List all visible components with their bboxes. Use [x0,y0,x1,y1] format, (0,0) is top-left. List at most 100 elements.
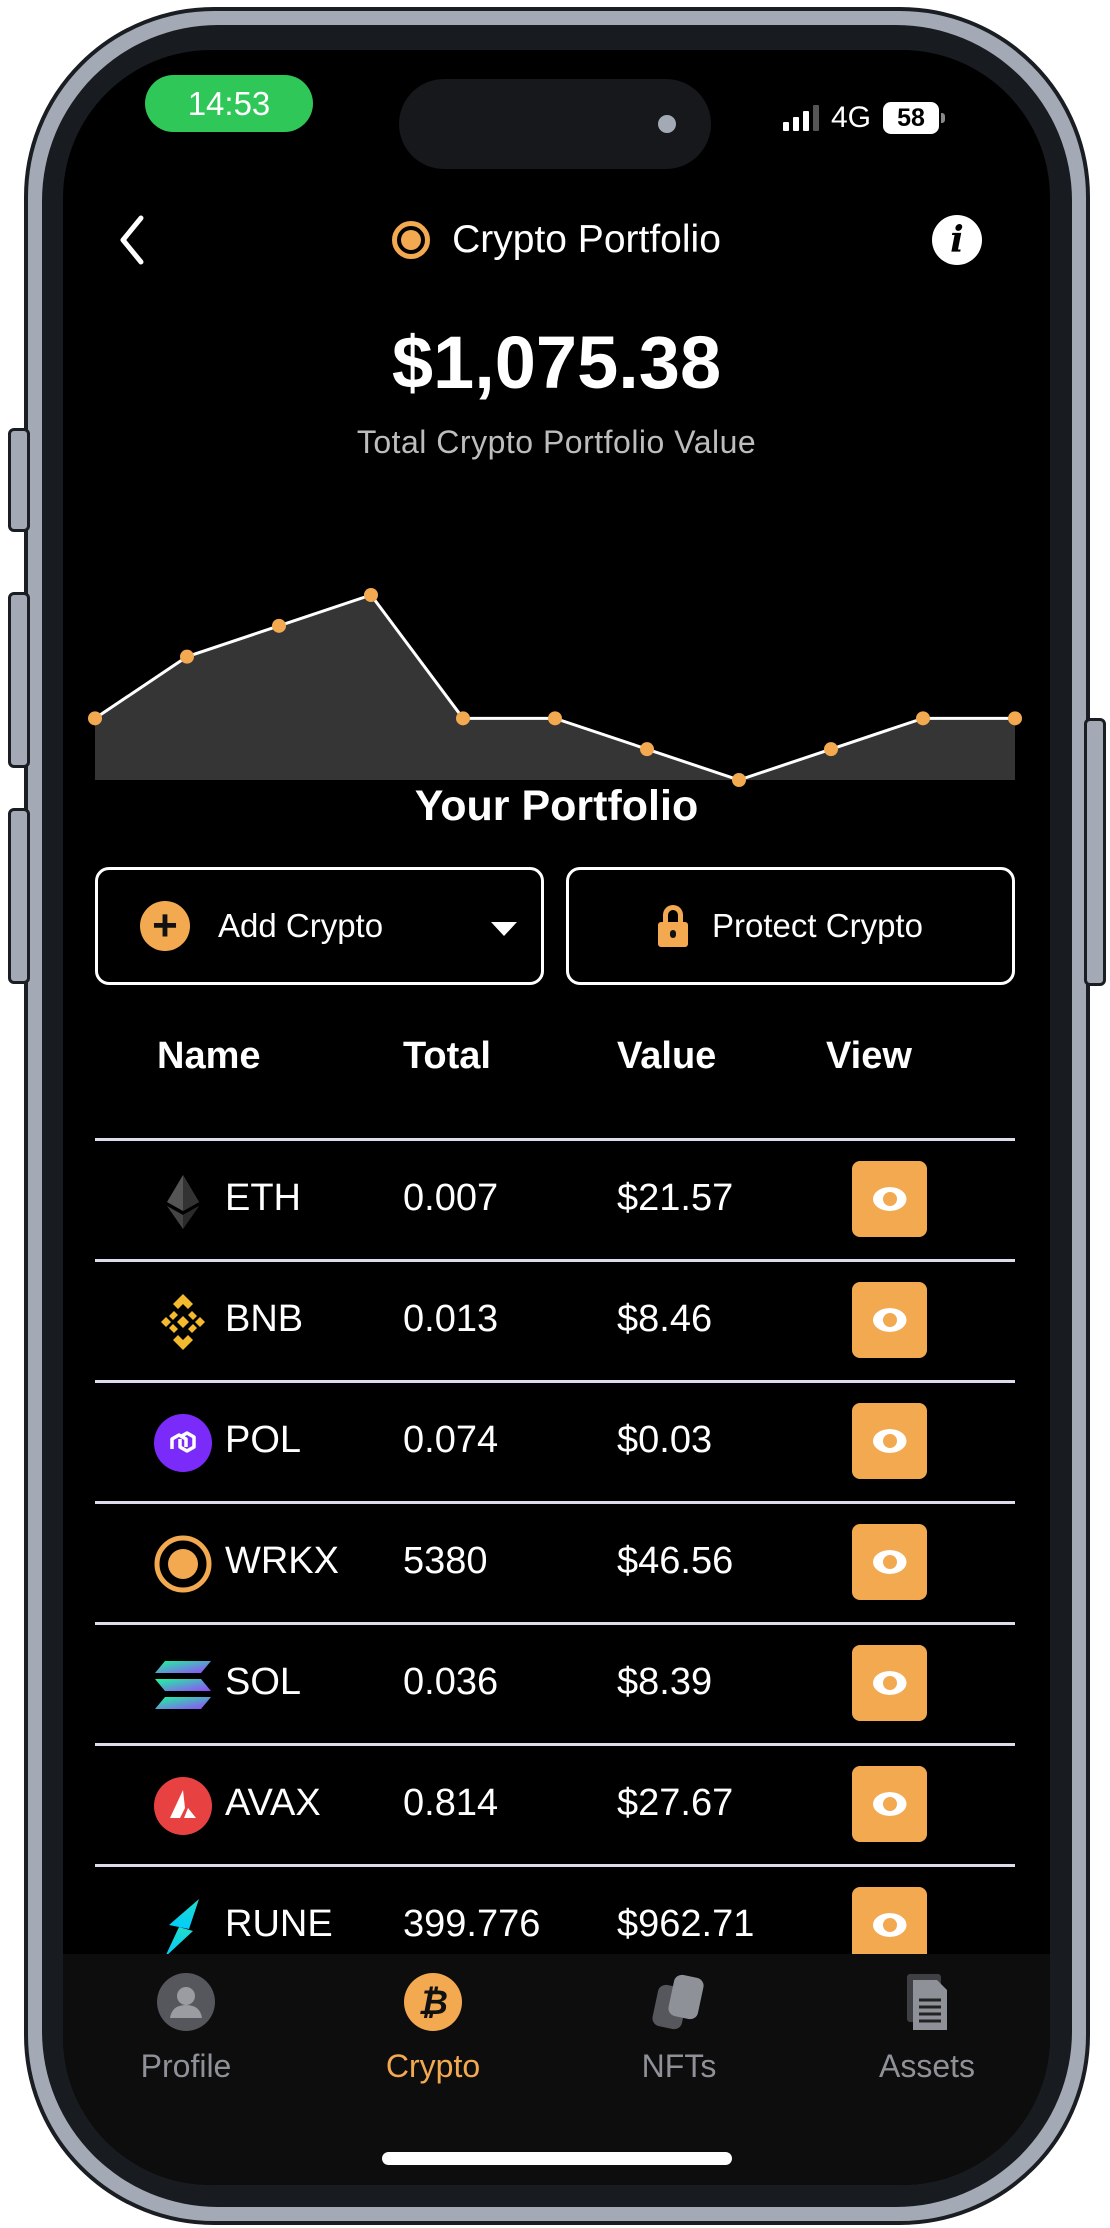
nav-label-crypto: Crypto [385,2048,481,2084]
coin-value: $8.39 [617,1661,713,1703]
nft-cards-icon [652,1974,704,2030]
column-header-total: Total [403,1035,491,1077]
nav-item-profile[interactable]: Profile [106,1972,266,2085]
add-crypto-button[interactable]: + Add Crypto [95,867,544,985]
chart-point [88,711,102,726]
power-button [1084,718,1106,986]
table-row: AVAX 0.814 $27.67 [95,1743,1015,1864]
volume-up-button [8,592,30,768]
ethereum-icon [167,1175,199,1229]
dropdown-caret-icon [491,922,517,936]
chart-point [640,742,654,757]
view-button[interactable] [852,1766,927,1842]
table-row: POL 0.074 $0.03 [95,1380,1015,1501]
signal-icon [783,105,819,131]
action-button [8,428,30,532]
coin-value: $27.67 [617,1782,734,1824]
section-title: Your Portfolio [414,782,699,830]
header: Crypto Portfolio i [63,210,1050,270]
coin-value: $21.57 [617,1177,734,1219]
view-button[interactable] [852,1161,927,1237]
coin-symbol: SOL [225,1661,302,1703]
coin-total: 0.013 [403,1298,499,1340]
table-row: ETH 0.007 $21.57 [95,1138,1015,1259]
view-button[interactable] [852,1645,927,1721]
add-crypto-label: Add Crypto [218,907,384,944]
eye-icon [872,1792,907,1816]
screen: 14:53 4G 58 Crypto Portfolio i $1,075.38… [63,50,1050,2185]
status-indicators: 4G 58 [783,98,946,138]
plus-circle-icon: + [140,901,190,951]
nav-item-nfts[interactable]: NFTs [599,1972,759,2085]
info-button[interactable]: i [932,215,982,265]
coin-symbol: BNB [225,1298,304,1340]
wrkx-icon [154,1535,212,1593]
eye-icon [872,1913,907,1937]
table-row: BNB 0.013 $8.46 [95,1259,1015,1380]
status-time: 14:53 [145,75,313,132]
chart-point [180,649,194,664]
coin-total: 0.036 [403,1661,499,1703]
coin-total: 0.074 [403,1419,499,1461]
avalanche-icon [154,1777,212,1835]
coin-symbol: RUNE [225,1903,333,1945]
nav-label-profile: Profile [140,2048,232,2084]
bottom-nav: Profile ₿ Crypto NFTs Assets [63,1954,1050,2185]
eye-icon [872,1187,907,1211]
chart-point [916,711,930,726]
svg-text:₿: ₿ [418,1983,448,2023]
profile-icon [157,1973,215,2031]
view-button[interactable] [852,1887,927,1963]
lock-icon [658,905,689,947]
column-header-view: View [826,1035,912,1077]
coin-total: 5380 [403,1540,488,1582]
total-portfolio-value: $1,075.38 [391,321,722,404]
chart-point [548,711,562,726]
protect-crypto-button[interactable]: Protect Crypto [566,867,1015,985]
thorchain-icon [165,1899,199,1957]
polygon-icon [154,1414,212,1472]
camera-dot [658,115,676,133]
volume-down-button [8,808,30,984]
solana-icon [155,1661,211,1709]
home-indicator[interactable] [382,2152,732,2165]
nav-label-assets: Assets [878,2048,976,2084]
wrkx-logo-icon [392,221,431,259]
bitcoin-icon: ₿ [404,1973,462,2031]
table-header: Name Total Value View [63,1025,1050,1095]
eye-icon [872,1308,907,1332]
coin-symbol: POL [225,1419,302,1461]
info-icon: i [950,219,964,261]
view-button[interactable] [852,1403,927,1479]
eye-icon [872,1671,907,1695]
header-title-group: Crypto Portfolio [63,210,1050,270]
chart-point [456,711,470,726]
coin-symbol: WRKX [225,1540,339,1582]
battery-icon: 58 [883,102,946,134]
coin-symbol: ETH [225,1177,301,1219]
chart-point [824,742,838,757]
battery-level: 58 [897,103,925,132]
documents-icon [907,1974,947,2030]
total-portfolio-label: Total Crypto Portfolio Value [356,424,757,460]
eye-icon [872,1550,907,1574]
crypto-table: ETH 0.007 $21.57 BNB 0.013 $8.46 POL 0.0… [95,1138,1015,2004]
coin-value: $8.46 [617,1298,713,1340]
view-button[interactable] [852,1282,927,1358]
chart-point [1008,711,1022,726]
nav-label-nfts: NFTs [641,2048,717,2084]
network-type: 4G [831,101,872,134]
view-button[interactable] [852,1524,927,1600]
nav-item-crypto[interactable]: ₿ Crypto [353,1972,513,2085]
coin-value: $46.56 [617,1540,734,1582]
chart-point [364,588,378,602]
portfolio-chart [88,588,1022,787]
bnb-icon [161,1294,205,1350]
page-title: Crypto Portfolio [452,218,721,261]
coin-value: $962.71 [617,1903,755,1945]
eye-icon [872,1429,907,1453]
dynamic-island [399,79,711,169]
nav-item-assets[interactable]: Assets [847,1972,1007,2085]
protect-crypto-label: Protect Crypto [712,907,923,944]
table-row: SOL 0.036 $8.39 [95,1622,1015,1743]
